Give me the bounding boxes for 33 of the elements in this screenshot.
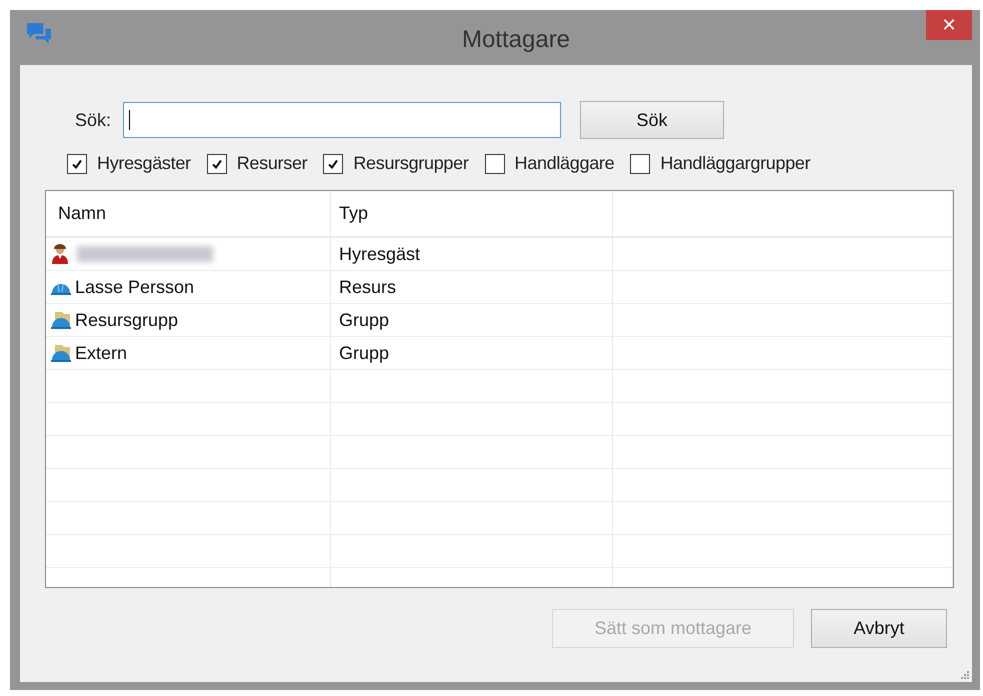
checkmark-icon	[327, 158, 340, 170]
checkbox[interactable]	[67, 154, 87, 174]
checkbox-label: Handläggargrupper	[660, 153, 810, 174]
search-label: Sök:	[75, 110, 112, 130]
column-header[interactable]: Namn	[58, 203, 106, 224]
person-icon	[50, 244, 70, 264]
close-button[interactable]: ✕	[926, 10, 972, 40]
checkbox-label: Handläggare	[514, 153, 614, 174]
resize-grip-icon[interactable]	[961, 671, 970, 680]
search-button[interactable]: Sök	[580, 101, 724, 139]
checkbox[interactable]	[323, 154, 344, 174]
recipient-type: Grupp	[339, 342, 390, 364]
window-title: Mottagare	[460, 26, 572, 54]
checkbox-label: Hyresgäster	[97, 153, 191, 174]
recipient-name[interactable]: Lasse Persson	[75, 276, 194, 298]
recipient-type: Resurs	[339, 276, 396, 298]
search-field[interactable]	[123, 102, 561, 138]
checkmark-icon	[210, 158, 223, 170]
recipient-name[interactable]: Extern	[75, 342, 128, 364]
checkbox-label: Resursgrupper	[353, 153, 469, 174]
checkmark-icon	[71, 158, 83, 170]
checkbox[interactable]	[206, 154, 227, 174]
checkbox[interactable]	[630, 154, 650, 174]
checkbox-label: Resurser	[236, 153, 308, 174]
recipient-type: Hyresgäst	[339, 244, 420, 264]
checkbox[interactable]	[484, 154, 505, 174]
cancel-button[interactable]: Avbryt	[811, 609, 947, 648]
column-header[interactable]: Typ	[339, 203, 368, 224]
recipient-type: Grupp	[339, 310, 390, 330]
helmet-folder-icon	[50, 310, 72, 330]
chat-bubbles-icon	[26, 22, 52, 46]
helmet-folder-icon	[50, 343, 72, 363]
recipient-name[interactable]: Resursgrupp	[75, 310, 178, 330]
